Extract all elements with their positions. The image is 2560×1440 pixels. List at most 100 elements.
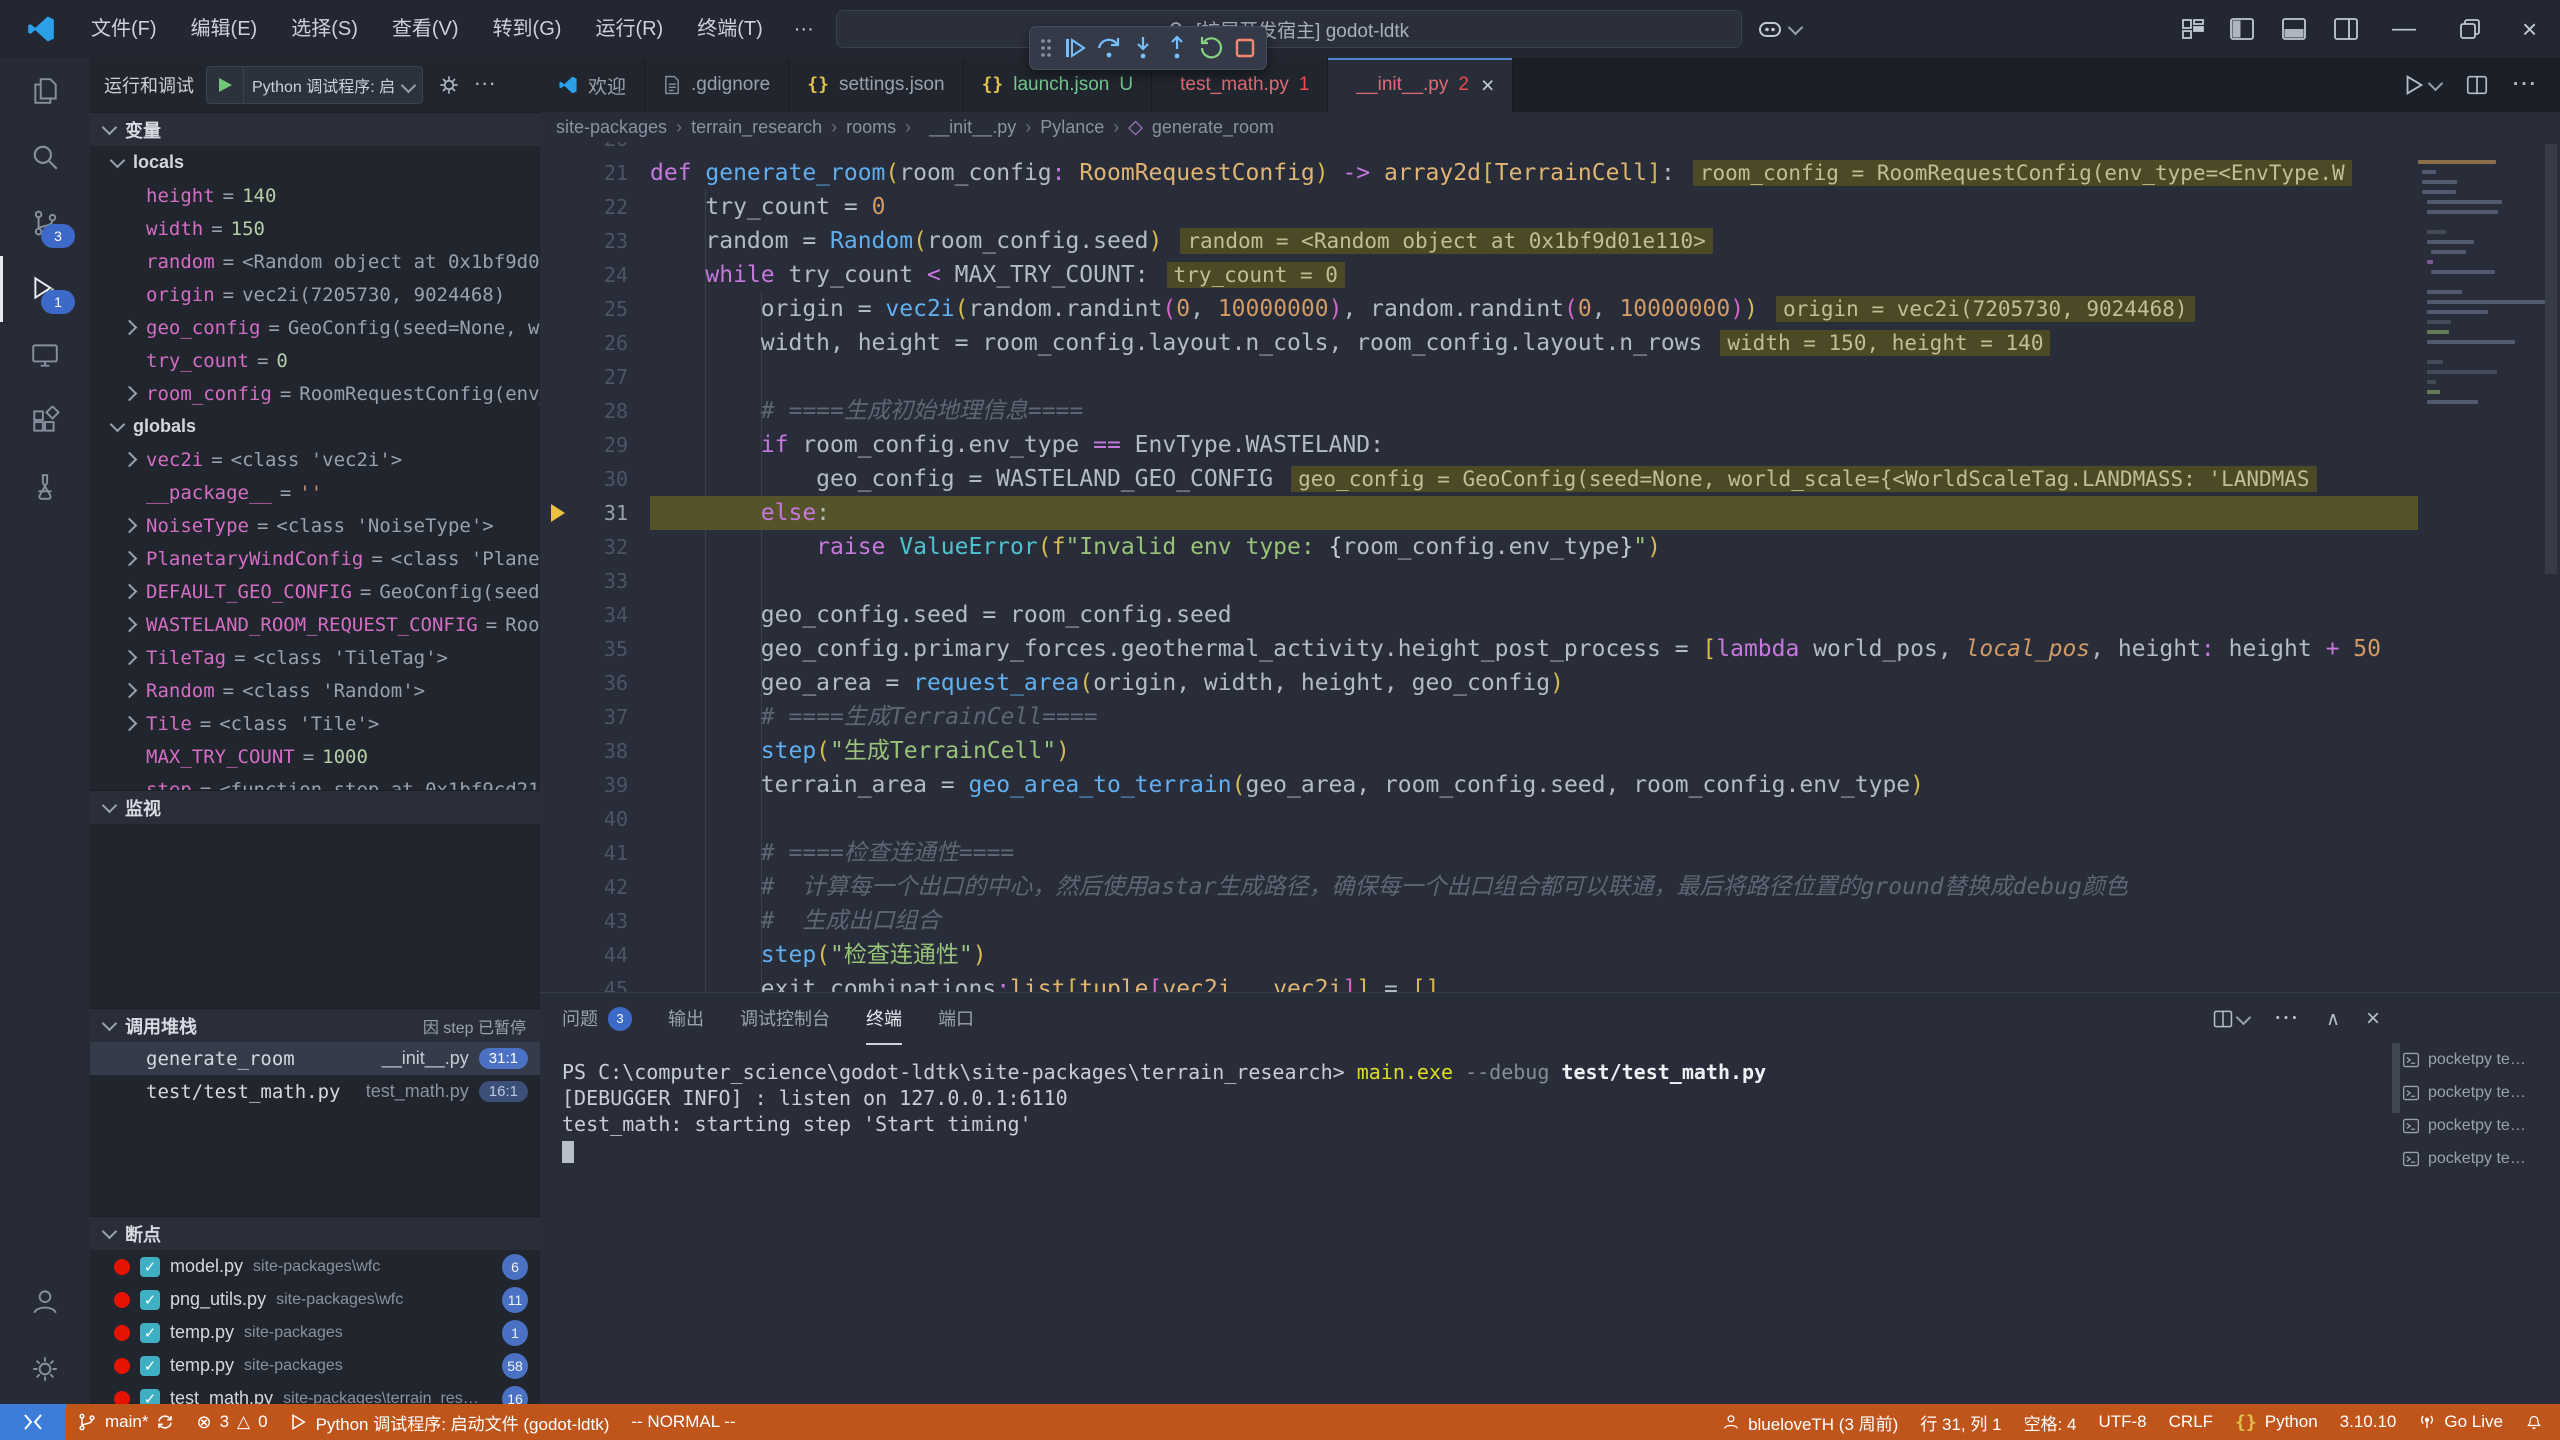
line-number[interactable]: 40 <box>576 802 628 836</box>
line-number[interactable]: 22 <box>576 190 628 224</box>
tab-.gdignore[interactable]: .gdignore <box>645 58 789 112</box>
variable-row[interactable]: height=140 <box>90 179 540 212</box>
panel-tab-调试控制台[interactable]: 调试控制台 <box>740 993 830 1045</box>
restore-button[interactable] <box>2458 0 2482 58</box>
minimize-button[interactable]: — <box>2392 0 2416 58</box>
callstack-frame[interactable]: test/test_math.pytest_math.py16:1 <box>90 1075 540 1108</box>
line-number[interactable]: 30 <box>576 462 628 496</box>
variable-row[interactable]: PlanetaryWindConfig=<class 'Planeta… <box>90 542 540 575</box>
debug-configuration-dropdown[interactable]: Python 调试程序: 启 <box>206 66 423 104</box>
code-line[interactable]: 44 step("检查连通性") <box>540 938 2418 972</box>
panel-tab-端口[interactable]: 端口 <box>938 993 974 1045</box>
tab-settings.json[interactable]: {}settings.json <box>789 58 963 112</box>
line-number[interactable]: 21 <box>576 156 628 190</box>
code-line[interactable]: 33 <box>540 564 2418 598</box>
terminal-scrollbar[interactable] <box>2392 1043 2400 1113</box>
variable-row[interactable]: geo_config=GeoConfig(seed=None, wor… <box>90 311 540 344</box>
toggle-secondary-sidebar-button[interactable] <box>2332 0 2360 58</box>
variables-section-header[interactable]: 变量 <box>90 112 540 146</box>
breakpoint-row[interactable]: ✓temp.pysite-packages58 <box>90 1349 540 1382</box>
line-number[interactable]: 44 <box>576 938 628 972</box>
variable-row[interactable]: try_count=0 <box>90 344 540 377</box>
menu-item-运行(R)[interactable]: 运行(R) <box>578 0 680 58</box>
close-button[interactable]: × <box>2522 0 2537 58</box>
callstack-frame[interactable]: generate_room__init__.py31:1 <box>90 1042 540 1075</box>
line-number[interactable]: 45 <box>576 972 628 992</box>
breakpoint-checkbox[interactable]: ✓ <box>140 1356 160 1376</box>
split-editor-button[interactable] <box>2465 73 2489 97</box>
line-number[interactable]: 39 <box>576 768 628 802</box>
toggle-panel-button[interactable] <box>2280 0 2308 58</box>
debug-stop-button[interactable] <box>1232 35 1258 61</box>
code-line[interactable]: 38 step("生成TerrainCell") <box>540 734 2418 768</box>
line-number[interactable]: 42 <box>576 870 628 904</box>
minimap[interactable] <box>2418 142 2542 992</box>
code-line[interactable]: 27 <box>540 360 2418 394</box>
line-number[interactable]: 29 <box>576 428 628 462</box>
explorer-icon[interactable] <box>0 58 90 124</box>
code-line[interactable]: 28 # ====生成初始地理信息==== <box>540 394 2418 428</box>
line-number[interactable]: 34 <box>576 598 628 632</box>
search-icon[interactable] <box>0 124 90 190</box>
status-language-mode[interactable]: {}Python <box>2224 1404 2329 1440</box>
line-number[interactable]: 43 <box>576 904 628 938</box>
line-number[interactable]: 31 <box>576 496 628 530</box>
code-line[interactable]: 24 while try_count < MAX_TRY_COUNT:try_c… <box>540 258 2418 292</box>
variable-row[interactable]: __package__='' <box>90 476 540 509</box>
terminal-instance[interactable]: pocketpy te… <box>2402 1142 2554 1175</box>
breakpoints-section-header[interactable]: 断点 <box>90 1216 540 1250</box>
breadcrumb-item[interactable]: __init__.py <box>929 117 1016 138</box>
settings-gear-icon[interactable] <box>0 1334 90 1404</box>
split-terminal-button[interactable] <box>2212 1008 2249 1030</box>
terminal-instance[interactable]: pocketpy te… <box>2402 1043 2554 1076</box>
code-line[interactable]: 34 geo_config.seed = room_config.seed <box>540 598 2418 632</box>
variable-row[interactable]: DEFAULT_GEO_CONFIG=GeoConfig(seed=1… <box>90 575 540 608</box>
line-number[interactable]: 35 <box>576 632 628 666</box>
line-number[interactable]: 24 <box>576 258 628 292</box>
code-line[interactable]: 32 raise ValueError(f"Invalid env type: … <box>540 530 2418 564</box>
scrollbar-thumb[interactable] <box>2545 144 2557 574</box>
callstack-section-header[interactable]: 调用堆栈 因 step 已暂停 <box>90 1008 540 1042</box>
status-encoding[interactable]: UTF-8 <box>2087 1404 2157 1440</box>
code-line[interactable]: 42 # 计算每一个出口的中心，然后使用astar生成路径，确保每一个出口组合都… <box>540 870 2418 904</box>
line-number[interactable]: 36 <box>576 666 628 700</box>
line-number[interactable]: 37 <box>576 700 628 734</box>
code-line[interactable]: 36 geo_area = request_area(origin, width… <box>540 666 2418 700</box>
panel-tab-终端[interactable]: 终端 <box>866 993 902 1045</box>
code-line[interactable]: 21def generate_room(room_config: RoomReq… <box>540 156 2418 190</box>
watch-section-header[interactable]: 监视 <box>90 790 540 824</box>
code-line[interactable]: 29 if room_config.env_type == EnvType.WA… <box>540 428 2418 462</box>
line-number[interactable]: 41 <box>576 836 628 870</box>
code-line[interactable]: 41 # ====检查连通性==== <box>540 836 2418 870</box>
scope-locals[interactable]: locals <box>90 146 540 179</box>
breadcrumb-item[interactable]: site-packages <box>556 117 667 138</box>
status-go-live[interactable]: Go Live <box>2407 1404 2514 1440</box>
code-line[interactable]: 22 try_count = 0 <box>540 190 2418 224</box>
line-number[interactable]: 32 <box>576 530 628 564</box>
panel-tab-问题[interactable]: 问题3 <box>562 993 632 1045</box>
menu-item-转到(G)[interactable]: 转到(G) <box>476 0 579 58</box>
terminal-output[interactable]: PS C:\computer_science\godot-ldtk\site-p… <box>540 1045 2560 1163</box>
close-panel-button[interactable]: × <box>2366 1005 2380 1033</box>
menu-item-查看(V)[interactable]: 查看(V) <box>375 0 476 58</box>
panel-more-actions[interactable]: ··· <box>2275 1008 2300 1030</box>
line-number[interactable]: 38 <box>576 734 628 768</box>
debug-step-out-button[interactable] <box>1164 35 1190 61</box>
debug-settings-gear-icon[interactable] <box>437 73 461 97</box>
extensions-icon[interactable] <box>0 388 90 454</box>
panel-tab-输出[interactable]: 输出 <box>668 993 704 1045</box>
variable-row[interactable]: TileTag=<class 'TileTag'> <box>90 641 540 674</box>
line-number[interactable]: 26 <box>576 326 628 360</box>
breakpoint-checkbox[interactable]: ✓ <box>140 1257 160 1277</box>
breadcrumb-item[interactable]: generate_room <box>1152 117 1274 138</box>
editor-more-actions[interactable]: ··· <box>2513 74 2538 96</box>
breadcrumb-item[interactable]: terrain_research <box>691 117 822 138</box>
variable-row[interactable]: origin=vec2i(7205730, 9024468) <box>90 278 540 311</box>
line-number[interactable]: 20 <box>576 142 628 156</box>
status-notifications[interactable] <box>2514 1404 2554 1440</box>
debug-step-over-button[interactable] <box>1096 35 1122 61</box>
menu-item-选择(S)[interactable]: 选择(S) <box>274 0 375 58</box>
line-number[interactable]: 28 <box>576 394 628 428</box>
code-line[interactable]: 31 else: <box>540 496 2418 530</box>
testing-icon[interactable] <box>0 454 90 520</box>
